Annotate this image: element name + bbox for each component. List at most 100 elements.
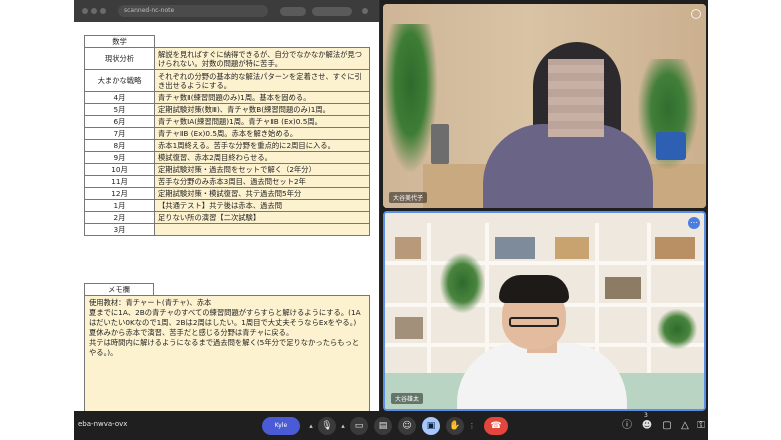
plant-left: [383, 24, 438, 174]
plan-row-label: 大まかな戦略: [84, 69, 155, 92]
subject-cell: 数学: [84, 35, 155, 48]
plan-row-label: 6月: [84, 115, 155, 128]
books: [495, 237, 535, 259]
participant-tile-bottom[interactable]: ⋯ 大谷雄太: [383, 211, 706, 411]
host-controls-icon[interactable]: ⚿: [694, 419, 708, 433]
participant-name-top: 大谷美代子: [389, 192, 428, 203]
end-call-icon[interactable]: ☎: [484, 417, 508, 435]
shelf-divider: [647, 223, 651, 373]
plan-row: 6月 青チャ数ⅠA(練習問題)1周。青チャⅡB (Ex)0.5周。: [84, 115, 370, 128]
toolbar-pill: [312, 7, 352, 16]
plan-row-label: 7月: [84, 127, 155, 140]
plan-row-label: 5月: [84, 103, 155, 116]
participant-tile-top[interactable]: 大谷美代子: [383, 4, 706, 208]
plan-row-label: 10月: [84, 163, 155, 176]
plan-row: 現状分析 解説を見ればすぐに納得できるが、自分でなかなか解法が見つけられない。対数…: [84, 47, 370, 70]
study-plan-document: 数学 現状分析 解説を見ればすぐに納得できるが、自分でなかなか解法が見つけられない…: [84, 35, 370, 236]
captions-icon[interactable]: ▤: [374, 417, 392, 435]
shelf-plant: [440, 253, 485, 313]
participant-name-bottom: 大谷雄太: [391, 393, 424, 404]
plan-row-label: 3月: [84, 223, 155, 236]
plan-row-content: 赤本1周終える。苦手な分野を重点的に2周目に入る。: [154, 139, 370, 152]
plan-row: 7月 青チャⅡB (Ex)0.5周。赤本を解き始める。: [84, 127, 370, 140]
plan-row: 1月 【共通テスト】共テ後は赤本、過去問: [84, 199, 370, 212]
plan-row: 9月 模試復習、赤本2周目終わらせる。: [84, 151, 370, 164]
books: [655, 237, 695, 259]
plant-pot: [656, 132, 686, 160]
plan-row-content: 青チャ数ⅠA(練習問題)1周。青チャⅡB (Ex)0.5周。: [154, 115, 370, 128]
books: [555, 237, 589, 259]
plan-header-row: 数学: [84, 35, 370, 48]
pixelated-face: [548, 59, 604, 137]
plan-row-label: 11月: [84, 175, 155, 188]
plan-row: 3月: [84, 223, 370, 236]
books: [605, 277, 641, 299]
memo-label: メモ欄: [84, 283, 154, 295]
tile-options-icon[interactable]: [691, 9, 701, 19]
plan-row-content: 定期試験対策・過去問をセットで解く（2年分）: [154, 163, 370, 176]
info-icon[interactable]: ⓘ: [620, 419, 634, 433]
plan-row-content: 足りない所の演習【二次試験】: [154, 211, 370, 224]
plan-row: 2月 足りない所の演習【二次試験】: [84, 211, 370, 224]
plan-row-content: それぞれの分野の基本的な解法パターンを定着させ、すぐに引き出せるようにする。: [154, 69, 370, 92]
activities-icon[interactable]: △: [678, 419, 692, 433]
emoji-icon[interactable]: ☺: [398, 417, 416, 435]
plan-row: 5月 定期試験対策(数Ⅲ)、青チャ数B(練習問題のみ)1周。: [84, 103, 370, 116]
window-dot-icon: [100, 8, 106, 14]
window-dot-icon: [91, 8, 97, 14]
shared-url-bar: scanned-nc-note: [118, 5, 268, 17]
present-icon[interactable]: ▣: [422, 417, 440, 435]
header-spacer: [155, 36, 370, 48]
plan-row-content: 青チャ数Ⅱ(練習問題のみ)1周。基本を固める。: [154, 91, 370, 104]
plan-row-label: 2月: [84, 211, 155, 224]
window-dot-icon: [362, 8, 368, 14]
plan-row-content: 苦手な分野のみ赤本3周目、過去問セット2年: [154, 175, 370, 188]
plan-row-label: 12月: [84, 187, 155, 200]
books: [395, 237, 421, 259]
plan-row: 4月 青チャ数Ⅱ(練習問題のみ)1周。基本を固める。: [84, 91, 370, 104]
toolbar-pill: [280, 7, 306, 16]
plan-row: 8月 赤本1周終える。苦手な分野を重点的に2周目に入る。: [84, 139, 370, 152]
plan-row: 10月 定期試験対策・過去問をセットで解く（2年分）: [84, 163, 370, 176]
chevron-up-icon[interactable]: ▴: [338, 417, 348, 435]
people-icon[interactable]: ☻: [640, 419, 654, 433]
books: [395, 317, 423, 339]
lamp: [431, 124, 449, 164]
plan-row-content: 解説を見ればすぐに納得できるが、自分でなかなか解法が見つけられない。対数の問題が…: [154, 47, 370, 70]
shelf-plant: [657, 309, 697, 349]
glasses: [509, 317, 559, 327]
plan-row: 11月 苦手な分野のみ赤本3周目、過去問セット2年: [84, 175, 370, 188]
raise-hand-icon[interactable]: ✋: [446, 417, 464, 435]
plan-row-content: 模試復習、赤本2周目終わらせる。: [154, 151, 370, 164]
participant-hair: [499, 275, 569, 303]
plan-row: 大まかな戦略 それぞれの分野の基本的な解法パターンを定着させ、すぐに引き出せるよう…: [84, 69, 370, 92]
camera-icon[interactable]: ▭: [350, 417, 368, 435]
shared-browser-toolbar: scanned-nc-note: [74, 0, 379, 22]
chat-icon[interactable]: ▢: [660, 419, 674, 433]
study-plan-table: 数学 現状分析 解説を見ればすぐに納得できるが、自分でなかなか解法が見つけられない…: [84, 35, 370, 236]
meeting-code: eba-nwva-ovx: [78, 420, 128, 428]
plan-row-content: 定期試験対策(数Ⅲ)、青チャ数B(練習問題のみ)1周。: [154, 103, 370, 116]
shelf-board: [385, 261, 704, 265]
meeting-controls-bar: eba-nwva-ovx Kyle ▴ 🎙 ▴ ▭ ▤ ☺ ▣ ✋ ⋮ ☎ ⓘ …: [74, 411, 708, 440]
chevron-up-icon[interactable]: ▴: [306, 417, 316, 435]
memo-section: メモ欄 使用教材：青チャート(青チャ)、赤本 夏までに1A、2Bの青チャのすべて…: [84, 283, 370, 411]
plan-row-content: 青チャⅡB (Ex)0.5周。赤本を解き始める。: [154, 127, 370, 140]
plan-row-label: 現状分析: [84, 47, 155, 70]
plan-row-label: 8月: [84, 139, 155, 152]
meet-window: scanned-nc-note 数学 現状分析 解説を見ればすぐに納得できるが、自…: [74, 0, 708, 440]
mic-icon[interactable]: 🎙: [318, 417, 336, 435]
plan-row-label: 1月: [84, 199, 155, 212]
plan-row-label: 4月: [84, 91, 155, 104]
window-dot-icon: [82, 8, 88, 14]
plan-row-content: 定期試験対策・模試復習、共テ過去問5年分: [154, 187, 370, 200]
memo-text: 使用教材：青チャート(青チャ)、赤本 夏までに1A、2Bの青チャのすべての練習問…: [84, 295, 370, 411]
plan-row-content: 【共通テスト】共テ後は赤本、過去問: [154, 199, 370, 212]
shelf-divider: [427, 223, 431, 373]
plan-row-label: 9月: [84, 151, 155, 164]
plan-row: 12月 定期試験対策・模試復習、共テ過去問5年分: [84, 187, 370, 200]
shared-screen: scanned-nc-note 数学 現状分析 解説を見ればすぐに納得できるが、自…: [74, 0, 380, 411]
more-icon[interactable]: ⋮: [468, 417, 476, 435]
presenter-chip[interactable]: Kyle: [262, 417, 300, 435]
plan-row-content: [154, 223, 370, 236]
